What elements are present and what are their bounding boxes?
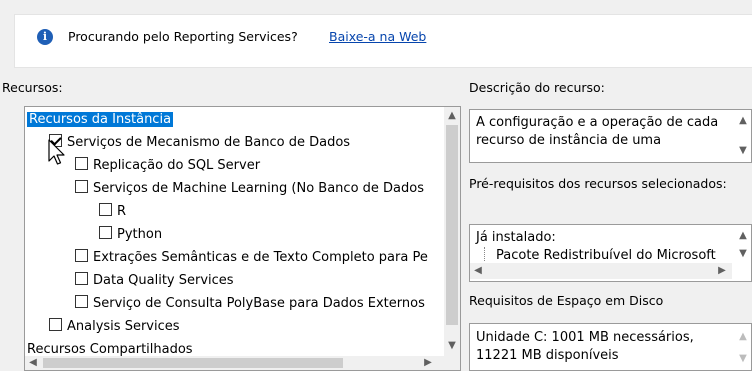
tree-content: Recursos da Instância Serviços de Mecanis… — [25, 107, 445, 356]
chevron-up-icon[interactable]: ▲ — [444, 109, 460, 123]
chevron-left-icon[interactable]: ◀ — [470, 264, 486, 278]
description-text: A configuração e a operação de cada recu… — [476, 115, 719, 148]
tree-item[interactable]: Serviços de Mecanismo de Banco de Dados — [49, 132, 350, 153]
tree-item[interactable]: Recursos Compartilhados — [27, 339, 193, 356]
tree-item-label: Replicação do SQL Server — [93, 158, 261, 173]
chevron-left-icon[interactable]: ◀ — [25, 356, 41, 370]
tree-item-label: Recursos Compartilhados — [27, 342, 193, 356]
description-label: Descrição do recurso: — [469, 80, 605, 95]
chevron-down-icon[interactable]: ▼ — [735, 352, 751, 366]
hscroll-thumb[interactable] — [43, 358, 343, 368]
tree-item-label: R — [117, 204, 127, 219]
chevron-down-icon[interactable]: ▼ — [444, 339, 460, 353]
tree-item-label: Serviços de Mecanismo de Banco de Dados — [67, 135, 351, 150]
tree-item-label: Serviços de Machine Learning (No Banco d… — [93, 181, 424, 196]
prerequisites-box: Já instalado: Pacote Redistribuível do M… — [469, 224, 752, 282]
info-message: Procurando pelo Reporting Services? — [68, 29, 298, 44]
installed-label: Já instalado: — [476, 230, 556, 245]
chevron-right-icon[interactable]: ▶ — [420, 356, 436, 370]
tree-item[interactable]: Serviços de Machine Learning (No Banco d… — [75, 178, 424, 199]
tree-item[interactable]: Replicação do SQL Server — [75, 155, 260, 176]
disk-space-text: Unidade C: 1001 MB necessários, 11221 MB… — [476, 330, 694, 363]
mouse-cursor-icon — [48, 139, 65, 165]
feature-checkbox[interactable] — [75, 180, 88, 193]
feature-checkbox[interactable] — [99, 226, 112, 239]
installed-item: Pacote Redistribuível do Microsoft — [496, 248, 716, 259]
tree-item[interactable]: Data Quality Services — [75, 270, 234, 291]
tree-item[interactable]: R — [99, 201, 126, 222]
disk-space-box: Unidade C: 1001 MB necessários, 11221 MB… — [469, 323, 752, 371]
chevron-up-icon[interactable]: ▲ — [735, 114, 751, 128]
tree-item[interactable]: Analysis Services — [49, 316, 180, 337]
tree-item[interactable]: Recursos da Instância — [27, 109, 174, 130]
prereq-horizontal-scrollbar[interactable]: ◀ ▶ — [470, 263, 732, 279]
tree-connector — [484, 247, 485, 261]
chevron-up-icon[interactable]: ▲ — [735, 330, 751, 344]
feature-checkbox[interactable] — [99, 203, 112, 216]
tree-item[interactable]: Python — [99, 224, 162, 245]
tree-item[interactable]: Serviço de Consulta PolyBase para Dados … — [75, 293, 425, 314]
tree-item-label: Serviço de Consulta PolyBase para Dados … — [93, 296, 425, 311]
info-icon: i — [37, 29, 53, 45]
chevron-right-icon[interactable]: ▶ — [714, 264, 730, 278]
chevron-up-icon[interactable]: ▲ — [735, 229, 751, 243]
download-link[interactable]: Baixe-a na Web — [329, 29, 426, 44]
feature-checkbox[interactable] — [75, 249, 88, 262]
chevron-down-icon[interactable]: ▼ — [735, 144, 751, 158]
scroll-thumb[interactable] — [446, 125, 458, 325]
tree-item-label: Data Quality Services — [93, 273, 234, 288]
tree-item-label: Python — [117, 227, 163, 242]
prerequisites-label: Pré-requisitos dos recursos selecionados… — [469, 176, 727, 191]
tree-item-label: Recursos da Instância — [27, 112, 174, 127]
tree-item[interactable]: Extrações Semânticas e de Texto Completo… — [75, 247, 428, 268]
tree-vertical-scrollbar[interactable]: ▲ ▼ — [444, 107, 460, 356]
feature-checkbox[interactable] — [49, 318, 62, 331]
description-box: A configuração e a operação de cada recu… — [469, 109, 752, 163]
feature-checkbox[interactable] — [75, 157, 88, 170]
feature-checkbox[interactable] — [75, 272, 88, 285]
features-label: Recursos: — [2, 80, 63, 95]
tree-item-label: Extrações Semânticas e de Texto Completo… — [93, 250, 428, 265]
disk-space-label: Requisitos de Espaço em Disco — [469, 293, 664, 308]
tree-item-label: Analysis Services — [67, 319, 180, 334]
tree-horizontal-scrollbar[interactable]: ◀ ▶ — [25, 356, 460, 370]
chevron-down-icon[interactable]: ▼ — [735, 247, 751, 261]
info-bar: i Procurando pelo Reporting Services? Ba… — [14, 14, 752, 68]
feature-checkbox[interactable] — [75, 295, 88, 308]
features-tree[interactable]: Recursos da Instância Serviços de Mecanis… — [24, 106, 461, 371]
